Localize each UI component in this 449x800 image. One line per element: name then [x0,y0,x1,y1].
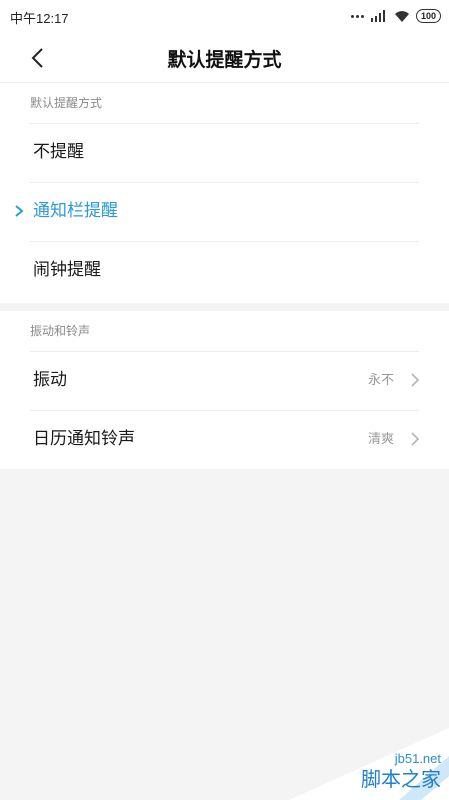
option-label: 闹钟提醒 [33,260,101,280]
option-alarm[interactable]: 闹钟提醒 [0,241,449,300]
watermark-name: 脚本之家 [361,767,441,791]
row-value: 永不 [367,373,394,388]
row-value: 清爽 [367,432,394,447]
wifi-icon [394,10,409,22]
status-time: 中午12:17 [10,11,69,26]
ringtone-row[interactable]: 日历通知铃声 清爽 [0,410,449,469]
app-header: 默认提醒方式 [0,34,449,82]
page-title: 默认提醒方式 [167,49,282,71]
chevron-right-icon [411,373,420,387]
selected-check-icon [15,205,24,217]
watermark: jb51.net 脚本之家 [289,728,449,800]
vibration-row[interactable]: 振动 永不 [0,351,449,410]
row-label: 振动 [33,370,67,390]
more-dots-icon [350,14,364,18]
option-no-reminder[interactable]: 不提醒 [0,123,449,182]
status-bar: 中午12:17 100 [0,0,449,34]
option-label: 通知栏提醒 [33,201,118,221]
sound-section: 振动和铃声 振动 永不 日历通知铃声 清爽 [0,311,449,469]
section-header-sound: 振动和铃声 [30,324,91,338]
battery-icon: 100 [415,9,441,23]
chevron-right-icon [411,432,420,446]
option-label: 不提醒 [33,142,84,162]
reminder-section: 默认提醒方式 不提醒 通知栏提醒 闹钟提醒 [0,82,449,303]
section-header-reminder: 默认提醒方式 [30,96,103,110]
option-notification-bar[interactable]: 通知栏提醒 [0,182,449,241]
status-icons: 100 [350,8,441,24]
signal-icon [370,10,385,22]
row-label: 日历通知铃声 [33,429,135,449]
